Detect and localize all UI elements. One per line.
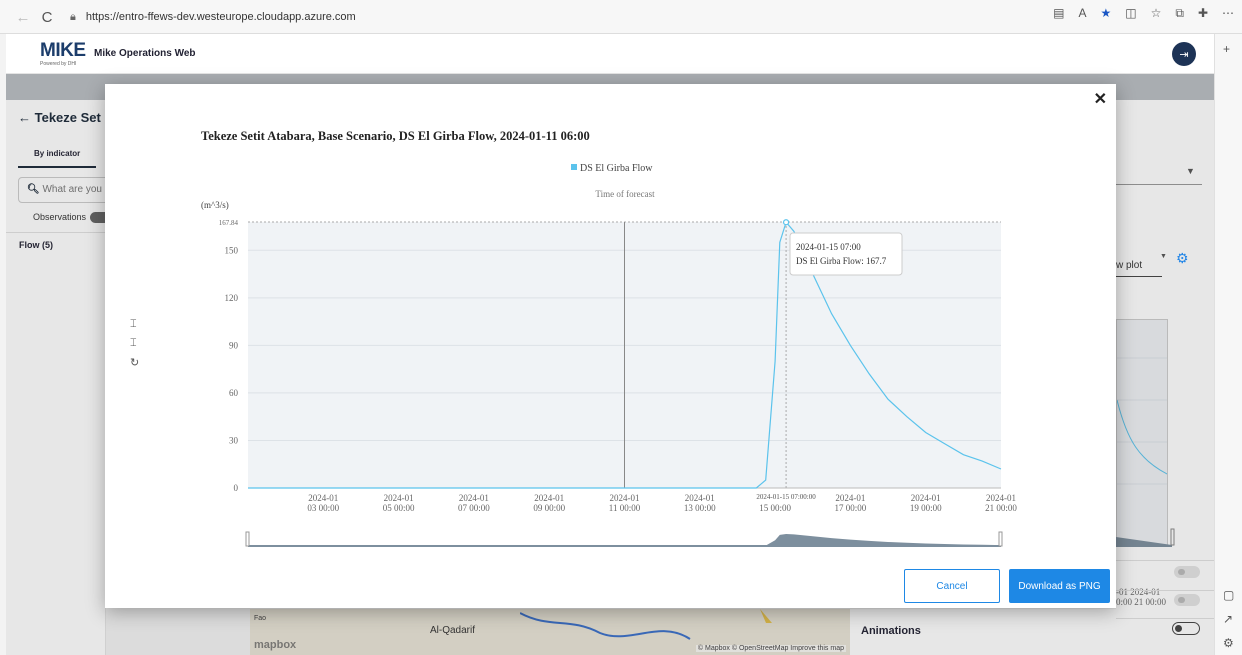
x-tick-label: 2024-01 bbox=[534, 493, 564, 503]
y-tick-label: 30 bbox=[229, 435, 239, 445]
x-tick-label: 2024-01 bbox=[459, 493, 489, 503]
x-tick-label: 2024-01 bbox=[835, 493, 865, 503]
refresh-icon[interactable]: C bbox=[34, 4, 60, 30]
exit-icon[interactable]: ⇥ bbox=[1172, 42, 1196, 66]
address-bar[interactable]: 🔒︎ https://entro-ffews-dev.westeurope.cl… bbox=[70, 5, 1070, 29]
url-text: https://entro-ffews-dev.westeurope.cloud… bbox=[85, 11, 356, 23]
extensions-icon[interactable]: ✚ bbox=[1198, 6, 1208, 21]
read-aloud-icon[interactable]: A bbox=[1078, 6, 1086, 21]
markline-label: Time of forecast bbox=[595, 189, 655, 199]
y-tick-label: 90 bbox=[229, 340, 239, 350]
x-tick-label: 2024-01 bbox=[308, 493, 338, 503]
add-icon[interactable]: + bbox=[1223, 42, 1230, 56]
panel-icon[interactable]: ▢ bbox=[1223, 588, 1234, 602]
favorite-star-icon[interactable]: ★ bbox=[1100, 6, 1111, 21]
tooltip-box bbox=[789, 232, 903, 276]
settings-icon[interactable]: ⚙ bbox=[1223, 636, 1234, 650]
x-tick-label: 2024-01 bbox=[384, 493, 414, 503]
chart-modal: ✕ Tekeze Setit Atabara, Base Scenario, D… bbox=[105, 84, 1116, 608]
app-title: Mike Operations Web bbox=[94, 48, 196, 59]
slider-handle-right[interactable] bbox=[998, 531, 1003, 547]
x-tick-label: 2024-01 bbox=[986, 493, 1016, 503]
cancel-button[interactable]: Cancel bbox=[904, 569, 1000, 603]
logo-subtitle: Powered by DHI bbox=[40, 61, 77, 67]
favorites-icon[interactable]: ☆ bbox=[1151, 6, 1162, 21]
tooltip-value: DS El Girba Flow: 167.7 bbox=[796, 256, 887, 266]
external-icon[interactable]: ↗ bbox=[1223, 612, 1233, 626]
x-tick-label: 03 00:00 bbox=[307, 503, 339, 513]
back-arrow-icon[interactable]: ← bbox=[10, 4, 36, 30]
y-tick-label: 0 bbox=[234, 483, 239, 493]
x-tick-label: 11 00:00 bbox=[609, 503, 641, 513]
tooltip-time: 2024-01-15 07:00 bbox=[796, 242, 861, 252]
highlight-point bbox=[782, 219, 790, 226]
slider-handle-left[interactable] bbox=[245, 531, 250, 547]
x-tick-label: 13 00:00 bbox=[684, 503, 716, 513]
y-max-label: 167.84 bbox=[219, 219, 239, 227]
legend-marker bbox=[571, 164, 577, 170]
y-tick-label: 60 bbox=[229, 388, 239, 398]
y-axis-unit: (m^3/s) bbox=[201, 200, 229, 210]
download-png-button[interactable]: Download as PNG bbox=[1009, 569, 1110, 603]
x-tick-label: 05 00:00 bbox=[383, 503, 415, 513]
x-tick-label: 09 00:00 bbox=[533, 503, 565, 513]
x-tick-label: 2024-01 bbox=[610, 493, 640, 503]
reader-icon[interactable]: ▤ bbox=[1053, 6, 1064, 21]
x-tick-label: 19 00:00 bbox=[910, 503, 942, 513]
x-tick-label: 2024-01 bbox=[685, 493, 715, 503]
app-header: MIKE Powered by DHI Mike Operations Web … bbox=[6, 34, 1214, 74]
x-tick-label: 21 00:00 bbox=[985, 503, 1017, 513]
split-screen-icon[interactable]: ◫ bbox=[1125, 6, 1136, 21]
crosshair-label: 2024-01-15 07:00:00 bbox=[756, 493, 816, 501]
browser-sidebar: + ▢ ↗ ⚙ bbox=[1214, 34, 1242, 655]
x-tick-label: 15 00:00 bbox=[759, 503, 791, 513]
x-tick-label: 07 00:00 bbox=[458, 503, 490, 513]
y-tick-label: 150 bbox=[225, 245, 239, 255]
flow-chart[interactable]: DS El Girba Flow Time of forecast (m^3/s) 0… bbox=[105, 84, 1116, 564]
browser-actions: ▤ A ★ ◫ ☆ ⧉ ✚ ⋯ bbox=[1053, 6, 1234, 21]
legend-label: DS El Girba Flow bbox=[580, 163, 653, 174]
lock-icon: 🔒︎ bbox=[70, 10, 76, 23]
more-icon[interactable]: ⋯ bbox=[1222, 6, 1234, 21]
y-tick-label: 120 bbox=[225, 293, 239, 303]
mike-logo: MIKE bbox=[40, 40, 86, 61]
collections-icon[interactable]: ⧉ bbox=[1175, 6, 1184, 21]
x-tick-label: 2024-01 bbox=[911, 493, 941, 503]
browser-toolbar: ← C 🔒︎ https://entro-ffews-dev.westeurop… bbox=[0, 0, 1242, 34]
x-tick-label: 17 00:00 bbox=[835, 503, 867, 513]
